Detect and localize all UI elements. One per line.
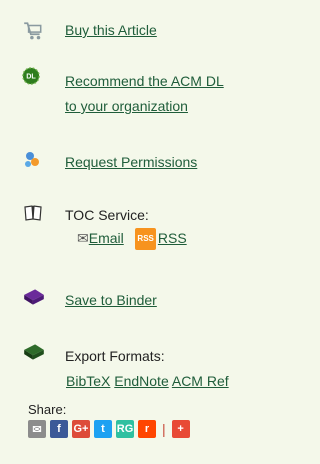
- rss-icon: RSS: [135, 228, 156, 251]
- toc-rss-link[interactable]: RSS: [158, 230, 187, 246]
- more-share-icon[interactable]: +: [171, 420, 190, 438]
- cart-icon: [24, 22, 42, 40]
- permissions-icon: [25, 152, 39, 167]
- twitter-share-icon[interactable]: t: [94, 420, 112, 438]
- toc-email-link[interactable]: Email: [89, 230, 124, 246]
- export-book-icon: [24, 344, 44, 360]
- recommend-link-line2[interactable]: to your organization: [65, 96, 188, 116]
- binder-icon: [24, 289, 44, 305]
- toc-service-title: TOC Service:: [65, 207, 149, 223]
- share-separator: |: [162, 421, 166, 437]
- book-icon: [24, 205, 42, 221]
- google-plus-share-icon[interactable]: G+: [72, 420, 90, 438]
- export-format-links: BibTeX EndNote ACM Ref: [66, 371, 229, 391]
- recommend-link-line1[interactable]: Recommend the ACM DL: [65, 71, 224, 91]
- email-icon: ✉: [77, 230, 89, 246]
- request-permissions-link[interactable]: Request Permissions: [65, 152, 197, 172]
- dl-badge-text: DL: [26, 72, 36, 81]
- toc-links: ✉Email RSS RSS: [77, 228, 187, 251]
- save-to-binder-link[interactable]: Save to Binder: [65, 290, 157, 310]
- buy-article-link[interactable]: Buy this Article: [65, 20, 157, 40]
- share-bar: ✉ f G+ t RG r | +: [28, 420, 190, 438]
- share-label: Share:: [28, 402, 67, 417]
- export-endnote-link[interactable]: EndNote: [114, 373, 168, 389]
- dl-badge-icon: DL: [22, 67, 40, 85]
- export-bibtex-link[interactable]: BibTeX: [66, 373, 110, 389]
- facebook-share-icon[interactable]: f: [50, 420, 68, 438]
- reddit-share-icon[interactable]: r: [138, 420, 156, 438]
- email-share-icon[interactable]: ✉: [28, 420, 46, 438]
- export-acmref-link[interactable]: ACM Ref: [172, 373, 229, 389]
- researchgate-share-icon[interactable]: RG: [116, 420, 134, 438]
- export-formats-title: Export Formats:: [65, 348, 165, 364]
